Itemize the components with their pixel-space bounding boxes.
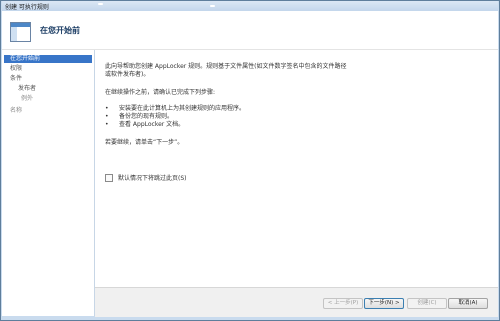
step-publisher[interactable]: 发布者 (4, 85, 92, 93)
wizard-window: 创建 可执行规则 在您开始前 在您开始前 权限 条件 发布者 例外 名称 此向导… (0, 0, 500, 321)
skip-page-checkbox[interactable] (105, 173, 113, 182)
step-before-you-begin[interactable]: 在您开始前 (4, 55, 92, 63)
continue-text: 若要继续，请单击“下一步”。 (105, 139, 184, 146)
bullet-text: 安装要在此计算机上为其创建规则的应用程序。 (119, 105, 246, 112)
step-exceptions[interactable]: 例外 (4, 95, 92, 103)
step-conditions[interactable]: 条件 (4, 75, 92, 83)
window-title: 创建 可执行规则 (5, 4, 49, 11)
list-item: • 查看 AppLocker 文档。 (105, 121, 185, 128)
previous-button[interactable]: < 上一步(P) (323, 298, 363, 309)
create-button[interactable]: 创建(C) (407, 298, 447, 309)
skip-page-option[interactable]: 默认情况下将跳过此页(S) (105, 173, 187, 182)
step-name[interactable]: 名称 (4, 107, 92, 115)
next-button[interactable]: 下一步(N) > (364, 298, 404, 309)
list-item: • 安装要在此计算机上为其创建规则的应用程序。 (105, 105, 246, 112)
wizard-page-icon (10, 22, 31, 42)
cancel-button[interactable]: 取消(A) (448, 298, 488, 309)
wizard-steps-sidebar: 在您开始前 权限 条件 发布者 例外 名称 (2, 50, 95, 316)
page-title: 在您开始前 (40, 26, 80, 35)
wizard-content: 此向导帮助您创建 AppLocker 规则。规则基于文件属性(如文件数字签名中包… (95, 50, 498, 287)
wizard-header: 在您开始前 (2, 11, 498, 50)
prerequisites-text: 在继续操作之前，请确认已完成下列步骤: (105, 89, 216, 96)
intro-text-line1: 此向导帮助您创建 AppLocker 规则。规则基于文件属性(如文件数字签名中包… (105, 63, 347, 70)
bullet-text: 查看 AppLocker 文档。 (119, 121, 185, 128)
step-permissions[interactable]: 权限 (4, 65, 92, 73)
list-item: • 备份您的现有规则。 (105, 113, 174, 120)
intro-text-line2: 或软件发布者)。 (105, 71, 150, 78)
title-glint (210, 5, 215, 7)
bullet-text: 备份您的现有规则。 (119, 113, 174, 120)
title-glint (98, 3, 103, 5)
wizard-footer: < 上一步(P) 下一步(N) > 创建(C) 取消(A) (95, 287, 498, 317)
title-bar[interactable]: 创建 可执行规则 (2, 1, 498, 11)
skip-page-label[interactable]: 默认情况下将跳过此页(S) (118, 173, 187, 182)
